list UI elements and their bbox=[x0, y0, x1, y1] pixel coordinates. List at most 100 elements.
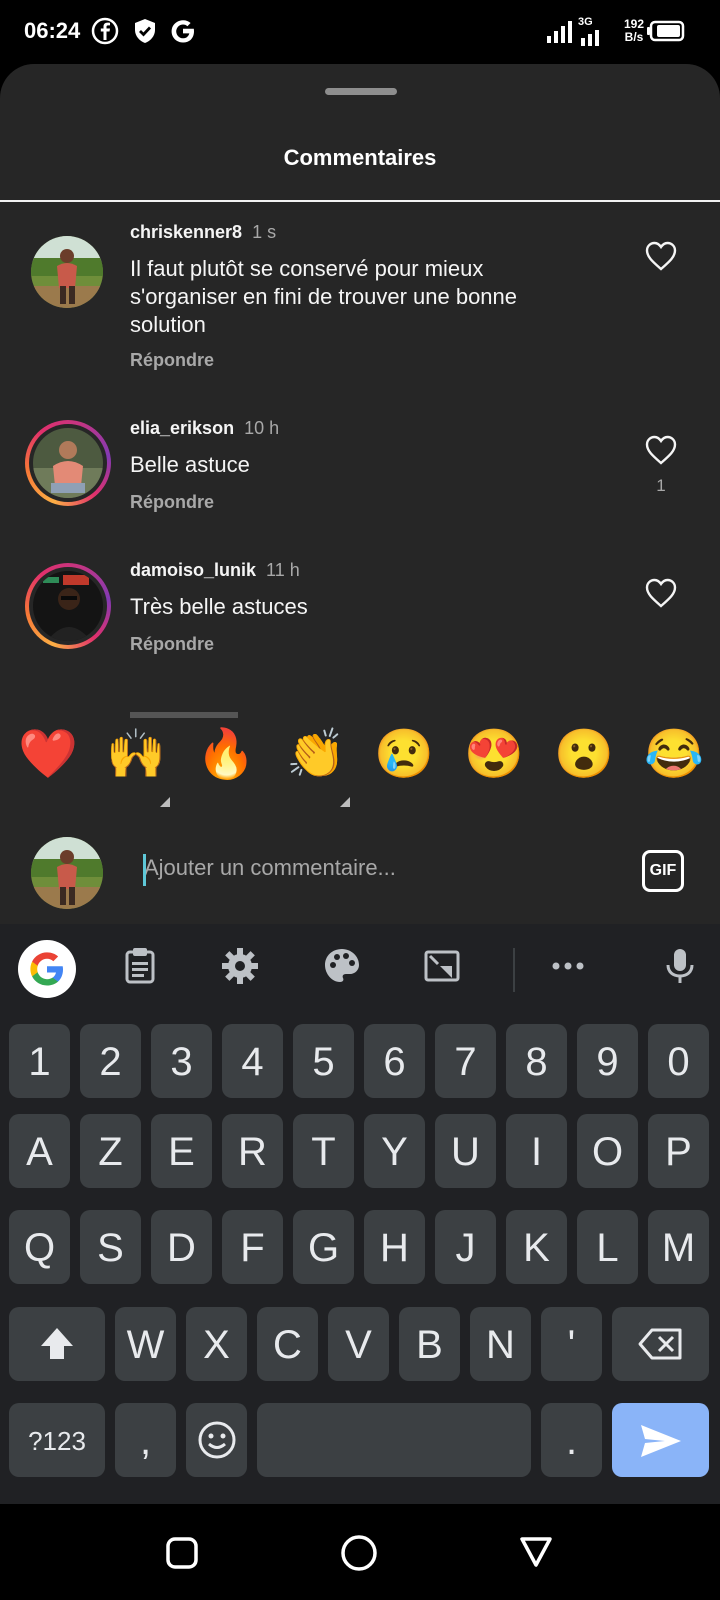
recents-icon[interactable] bbox=[165, 1536, 199, 1570]
key-a[interactable]: A bbox=[9, 1114, 70, 1188]
avatar-photo bbox=[33, 571, 103, 641]
key-y[interactable]: Y bbox=[364, 1114, 425, 1188]
send-key[interactable] bbox=[612, 1403, 709, 1477]
back-icon[interactable] bbox=[518, 1534, 554, 1570]
key-b[interactable]: B bbox=[399, 1307, 460, 1381]
backspace-key[interactable] bbox=[612, 1307, 709, 1381]
username-text[interactable]: chriskenner8 bbox=[130, 222, 242, 242]
speed-unit: B/s bbox=[624, 30, 644, 44]
comma-key[interactable]: , bbox=[115, 1403, 176, 1477]
emoji-button[interactable]: 😮 bbox=[554, 725, 614, 785]
gif-button[interactable]: GIF bbox=[642, 850, 684, 892]
reply-button[interactable]: Répondre bbox=[130, 350, 214, 371]
symbols-key[interactable]: ?123 bbox=[9, 1403, 105, 1477]
palette-icon[interactable] bbox=[322, 946, 362, 986]
emoji-button[interactable]: 🔥 bbox=[196, 725, 256, 785]
emoji-bar: ❤️ 🙌 🔥 👏 😢 😍 😮 😂 bbox=[0, 725, 720, 807]
signal-icon bbox=[547, 21, 572, 43]
comment-username[interactable]: elia_erikson 10 h bbox=[130, 418, 279, 439]
network-speed: 192 B/s bbox=[624, 18, 644, 44]
key-h[interactable]: H bbox=[364, 1210, 425, 1284]
comment-username[interactable]: chriskenner8 1 s bbox=[130, 222, 276, 243]
heart-icon[interactable] bbox=[644, 240, 678, 272]
key-v[interactable]: V bbox=[328, 1307, 389, 1381]
heart-icon[interactable] bbox=[644, 577, 678, 609]
username-text[interactable]: elia_erikson bbox=[130, 418, 234, 438]
key-x[interactable]: X bbox=[186, 1307, 247, 1381]
key-8[interactable]: 8 bbox=[506, 1024, 567, 1098]
microphone-icon[interactable] bbox=[660, 946, 700, 986]
emoji-button[interactable]: 👏 bbox=[286, 725, 346, 785]
period-key[interactable]: . bbox=[541, 1403, 602, 1477]
key-1[interactable]: 1 bbox=[9, 1024, 70, 1098]
status-time: 06:24 bbox=[24, 18, 81, 43]
reply-button[interactable]: Répondre bbox=[130, 634, 214, 655]
comment-text: Très belle astuces bbox=[130, 594, 308, 619]
clipboard-icon[interactable] bbox=[120, 946, 160, 986]
shift-icon bbox=[41, 1328, 73, 1359]
username-text[interactable]: damoiso_lunik bbox=[130, 560, 256, 580]
avatar-ring-gap bbox=[29, 567, 107, 645]
key-p[interactable]: P bbox=[648, 1114, 709, 1188]
avatar bbox=[33, 571, 103, 641]
text-caret bbox=[143, 854, 146, 886]
google-search-button[interactable] bbox=[18, 940, 76, 998]
key-3[interactable]: 3 bbox=[151, 1024, 212, 1098]
key-c[interactable]: C bbox=[257, 1307, 318, 1381]
emoji-variant-indicator bbox=[340, 797, 350, 807]
key-o[interactable]: O bbox=[577, 1114, 638, 1188]
avatar-photo bbox=[31, 837, 103, 909]
key-f[interactable]: F bbox=[222, 1210, 283, 1284]
next-comment-peek bbox=[130, 712, 310, 718]
key-2[interactable]: 2 bbox=[80, 1024, 141, 1098]
key-s[interactable]: S bbox=[80, 1210, 141, 1284]
key-g[interactable]: G bbox=[293, 1210, 354, 1284]
key-t[interactable]: T bbox=[293, 1114, 354, 1188]
emoji-button[interactable]: ❤️ bbox=[18, 725, 78, 785]
avatar-photo bbox=[33, 428, 103, 498]
key-apostrophe[interactable]: ' bbox=[541, 1307, 602, 1381]
avatar bbox=[33, 428, 103, 498]
key-k[interactable]: K bbox=[506, 1210, 567, 1284]
avatar[interactable] bbox=[31, 236, 103, 308]
key-w[interactable]: W bbox=[115, 1307, 176, 1381]
key-7[interactable]: 7 bbox=[435, 1024, 496, 1098]
smiley-icon bbox=[198, 1421, 235, 1459]
shift-key[interactable] bbox=[9, 1307, 105, 1381]
key-9[interactable]: 9 bbox=[577, 1024, 638, 1098]
emoji-button[interactable]: 😍 bbox=[464, 725, 524, 785]
key-5[interactable]: 5 bbox=[293, 1024, 354, 1098]
key-m[interactable]: M bbox=[648, 1210, 709, 1284]
emoji-button[interactable]: 🙌 bbox=[106, 725, 166, 785]
comment-time: 10 h bbox=[244, 418, 280, 438]
comment-username[interactable]: damoiso_lunik 11 h bbox=[130, 560, 300, 581]
key-6[interactable]: 6 bbox=[364, 1024, 425, 1098]
emoji-key[interactable] bbox=[186, 1403, 247, 1477]
avatar-story-ring[interactable] bbox=[25, 420, 111, 506]
key-0[interactable]: 0 bbox=[648, 1024, 709, 1098]
key-z[interactable]: Z bbox=[80, 1114, 141, 1188]
key-u[interactable]: U bbox=[435, 1114, 496, 1188]
key-e[interactable]: E bbox=[151, 1114, 212, 1188]
reply-button[interactable]: Répondre bbox=[130, 492, 214, 513]
key-j[interactable]: J bbox=[435, 1210, 496, 1284]
key-i[interactable]: I bbox=[506, 1114, 567, 1188]
key-d[interactable]: D bbox=[151, 1210, 212, 1284]
emoji-button[interactable]: 😢 bbox=[374, 725, 434, 785]
drag-handle[interactable] bbox=[325, 88, 397, 95]
one-handed-mode-icon[interactable] bbox=[422, 946, 462, 986]
avatar-story-ring[interactable] bbox=[25, 563, 111, 649]
key-q[interactable]: Q bbox=[9, 1210, 70, 1284]
heart-icon[interactable] bbox=[644, 434, 678, 466]
key-n[interactable]: N bbox=[470, 1307, 531, 1381]
gear-icon[interactable] bbox=[220, 946, 260, 986]
more-icon[interactable] bbox=[548, 946, 588, 986]
emoji-button[interactable]: 😂 bbox=[644, 725, 704, 785]
key-r[interactable]: R bbox=[222, 1114, 283, 1188]
key-l[interactable]: L bbox=[577, 1210, 638, 1284]
home-icon[interactable] bbox=[340, 1534, 378, 1572]
space-key[interactable] bbox=[257, 1403, 531, 1477]
avatar-photo bbox=[31, 236, 103, 308]
comment-input[interactable] bbox=[144, 850, 604, 886]
key-4[interactable]: 4 bbox=[222, 1024, 283, 1098]
